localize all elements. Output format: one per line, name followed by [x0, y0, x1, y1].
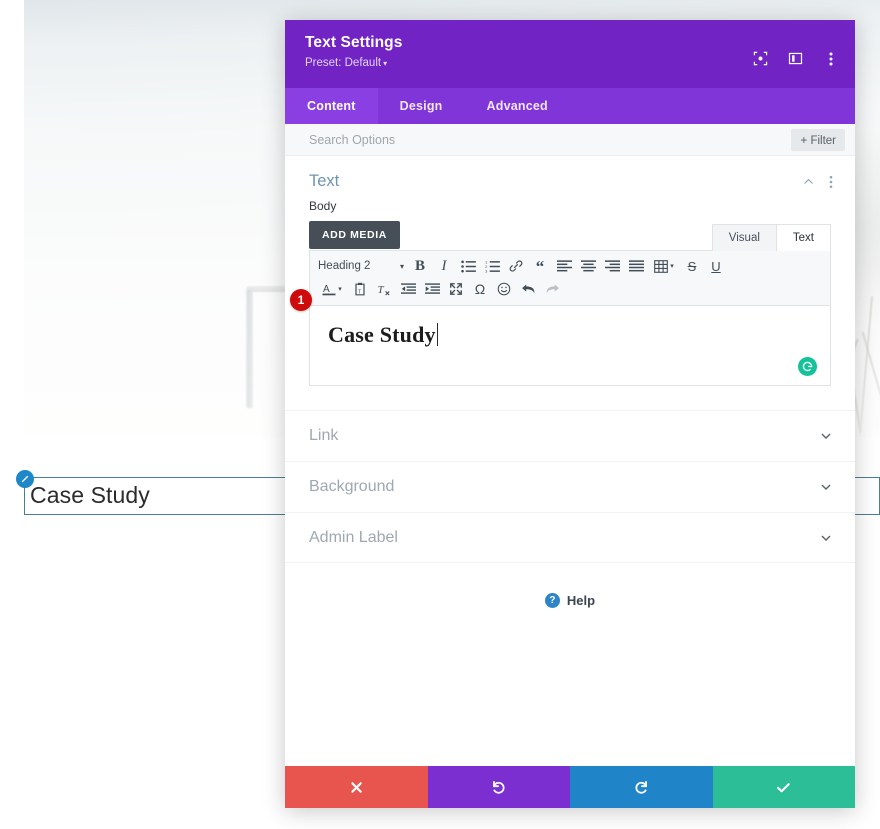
- chevron-up-icon[interactable]: [802, 175, 815, 188]
- svg-text:T: T: [377, 284, 384, 296]
- section-header-icons: [802, 175, 833, 189]
- modal-tabs: Content Design Advanced: [285, 88, 855, 124]
- format-select[interactable]: Heading 2 ▾: [316, 255, 408, 277]
- emoji-icon[interactable]: [492, 278, 516, 300]
- modal-footer: [285, 766, 855, 808]
- table-button[interactable]: ▾: [648, 255, 680, 277]
- more-vertical-icon[interactable]: [829, 175, 833, 189]
- text-module-preview-text: Case Study: [30, 482, 150, 508]
- indent-button[interactable]: [420, 278, 444, 300]
- accordion-label: Background: [309, 478, 395, 495]
- tab-visual[interactable]: Visual: [711, 224, 777, 251]
- special-character-button[interactable]: Ω: [468, 278, 492, 300]
- help-label: Help: [566, 593, 596, 608]
- italic-button[interactable]: I: [432, 255, 456, 277]
- pencil-icon[interactable]: [16, 470, 34, 488]
- accordion-list: Link Background Admin Label: [285, 410, 855, 563]
- accordion-label: Admin Label: [309, 528, 398, 546]
- format-select-label: Heading 2: [318, 260, 371, 272]
- search-input[interactable]: [309, 132, 792, 147]
- bulleted-list-button[interactable]: [456, 255, 480, 277]
- numbered-list-button[interactable]: 1 2 3: [480, 255, 504, 277]
- editor-text: Case Study: [328, 322, 436, 347]
- section-title: Text: [309, 172, 340, 190]
- redo-button[interactable]: [540, 278, 564, 300]
- question-mark-icon: ?: [544, 593, 560, 608]
- svg-text:A: A: [323, 284, 330, 295]
- modal-body: Text Body ADD MEDIA Visual Text Heading …: [285, 156, 855, 766]
- chevron-down-icon: [819, 480, 833, 494]
- toolbar-row-2: A ▾ T T Ω: [316, 278, 824, 300]
- blockquote-button[interactable]: “: [528, 255, 552, 277]
- modal-header-icons: [752, 50, 839, 67]
- undo-icon: [493, 780, 505, 794]
- tab-design[interactable]: Design: [378, 88, 465, 124]
- bold-button[interactable]: B: [408, 255, 432, 277]
- plus-icon: +: [800, 132, 808, 147]
- text-settings-modal: Text Settings Preset: Default ▾ Content …: [285, 20, 855, 808]
- text-cursor: [436, 323, 438, 346]
- align-right-button[interactable]: [600, 255, 624, 277]
- search-options-row: +Filter: [285, 124, 855, 156]
- chevron-down-icon: ▾: [670, 263, 674, 270]
- filter-label: Filter: [810, 134, 836, 147]
- accordion-label: Link: [309, 427, 339, 444]
- undo-button[interactable]: [516, 278, 540, 300]
- preset-caret-icon: ▾: [383, 59, 388, 68]
- svg-text:3: 3: [485, 268, 488, 272]
- body-field-label: Body: [309, 199, 337, 213]
- chevron-down-icon: [819, 531, 833, 545]
- toolbar-row-1: Heading 2 ▾ B I 1 2 3 “ ▾ S U: [316, 255, 824, 277]
- fullscreen-button[interactable]: [444, 278, 468, 300]
- chevron-down-icon: [819, 429, 833, 443]
- underline-button[interactable]: U: [704, 255, 728, 277]
- tab-advanced[interactable]: Advanced: [465, 88, 570, 124]
- paste-as-text-button[interactable]: T: [348, 278, 372, 300]
- text-color-button[interactable]: A ▾: [316, 278, 348, 300]
- add-media-button[interactable]: ADD MEDIA: [309, 221, 400, 249]
- outdent-button[interactable]: [396, 278, 420, 300]
- tab-content[interactable]: Content: [285, 88, 378, 124]
- redo-icon: [635, 780, 647, 794]
- focus-icon[interactable]: [752, 50, 769, 67]
- preset-label: Preset: Default: [305, 57, 382, 69]
- text-section-header: Text: [285, 156, 855, 199]
- editor-toolbar: Heading 2 ▾ B I 1 2 3 “ ▾ S U A ▾ T T Ω: [309, 250, 831, 306]
- align-justify-button[interactable]: [624, 255, 648, 277]
- accordion-background[interactable]: Background: [285, 461, 855, 512]
- step-badge: 1: [290, 289, 312, 311]
- screen: Case Study Text Settings Preset: Default…: [0, 0, 880, 829]
- strikethrough-button[interactable]: S: [680, 255, 704, 277]
- redo-button[interactable]: [570, 766, 713, 808]
- clear-formatting-button[interactable]: T: [372, 278, 396, 300]
- accordion-link[interactable]: Link: [285, 410, 855, 461]
- editor-content-area[interactable]: 1 Case Study: [290, 289, 831, 386]
- modal-header: Text Settings Preset: Default ▾: [285, 20, 855, 88]
- align-center-button[interactable]: [576, 255, 600, 277]
- link-button[interactable]: [504, 255, 528, 277]
- help-link[interactable]: ? Help: [285, 593, 855, 608]
- page-left-margin: [0, 0, 24, 437]
- accordion-admin-label[interactable]: Admin Label: [285, 512, 855, 563]
- undo-button[interactable]: [427, 766, 570, 808]
- save-button[interactable]: [712, 766, 855, 808]
- grammarly-icon[interactable]: [798, 357, 817, 376]
- filter-button[interactable]: + Filter: [791, 128, 845, 151]
- cancel-button[interactable]: [285, 766, 428, 808]
- chevron-down-icon: ▾: [399, 261, 404, 271]
- chevron-down-icon: ▾: [338, 286, 342, 293]
- layout-columns-icon[interactable]: [787, 50, 804, 67]
- close-icon: [351, 781, 362, 793]
- more-vertical-icon[interactable]: [822, 50, 839, 67]
- align-left-button[interactable]: [552, 255, 576, 277]
- tab-text[interactable]: Text: [775, 224, 831, 251]
- check-icon: [777, 782, 791, 792]
